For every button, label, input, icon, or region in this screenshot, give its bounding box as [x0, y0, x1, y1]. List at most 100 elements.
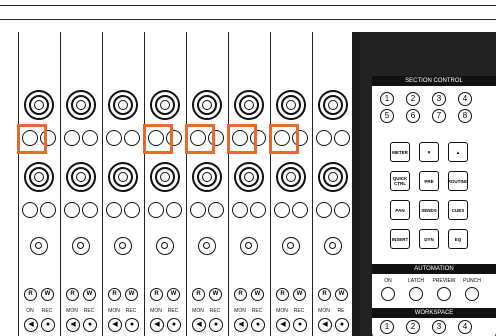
- section-button-[interactable]: ▲: [448, 142, 468, 162]
- section-button-cues[interactable]: CUES: [448, 200, 468, 220]
- select-pad-a[interactable]: [64, 130, 80, 146]
- write-button[interactable]: W: [125, 288, 138, 301]
- section-number-button[interactable]: 3: [432, 92, 446, 106]
- section-number-button[interactable]: 5: [380, 109, 394, 123]
- monitor-button[interactable]: ◀: [24, 318, 38, 332]
- section-number-button[interactable]: 1: [380, 92, 394, 106]
- pan-knob[interactable]: [150, 90, 180, 120]
- mute-pad-a[interactable]: [232, 202, 248, 218]
- record-button[interactable]: ●: [251, 318, 265, 332]
- write-button[interactable]: W: [41, 288, 54, 301]
- write-button[interactable]: W: [167, 288, 180, 301]
- section-button-sends[interactable]: SENDS: [419, 200, 439, 220]
- trim-knob[interactable]: [156, 237, 174, 255]
- pan-knob[interactable]: [108, 90, 138, 120]
- mute-pad-b[interactable]: [40, 202, 56, 218]
- record-button[interactable]: ●: [125, 318, 139, 332]
- pan-knob[interactable]: [234, 90, 264, 120]
- mute-pad-b[interactable]: [166, 202, 182, 218]
- monitor-button[interactable]: ◀: [234, 318, 248, 332]
- section-button-eq[interactable]: EQ: [448, 229, 468, 249]
- section-button-pan[interactable]: PAN: [390, 200, 410, 220]
- workspace-number-button[interactable]: 1: [380, 320, 394, 334]
- automation-mode-button[interactable]: [437, 287, 451, 301]
- gain-knob[interactable]: [276, 162, 306, 192]
- write-button[interactable]: W: [293, 288, 306, 301]
- section-button-routing[interactable]: ROUTING: [448, 171, 468, 191]
- read-button[interactable]: R: [150, 288, 163, 301]
- trim-knob[interactable]: [198, 237, 216, 255]
- monitor-button[interactable]: ◀: [66, 318, 80, 332]
- record-button[interactable]: ●: [209, 318, 223, 332]
- section-number-button[interactable]: 7: [432, 109, 446, 123]
- monitor-button[interactable]: ◀: [318, 318, 332, 332]
- gain-knob[interactable]: [108, 162, 138, 192]
- gain-knob[interactable]: [192, 162, 222, 192]
- read-button[interactable]: R: [66, 288, 79, 301]
- select-pad-a[interactable]: [316, 130, 332, 146]
- write-button[interactable]: W: [251, 288, 264, 301]
- trim-knob[interactable]: [72, 237, 90, 255]
- mute-pad-a[interactable]: [190, 202, 206, 218]
- section-button-meter[interactable]: METER: [390, 142, 410, 162]
- pan-knob[interactable]: [66, 90, 96, 120]
- record-button[interactable]: ●: [41, 318, 55, 332]
- workspace-number-button[interactable]: 4: [458, 320, 472, 334]
- gain-knob[interactable]: [318, 162, 348, 192]
- trim-knob[interactable]: [240, 237, 258, 255]
- mute-pad-b[interactable]: [124, 202, 140, 218]
- section-number-button[interactable]: 8: [458, 109, 472, 123]
- select-pad-b[interactable]: [82, 130, 98, 146]
- read-button[interactable]: R: [234, 288, 247, 301]
- mute-pad-b[interactable]: [82, 202, 98, 218]
- section-number-button[interactable]: 4: [458, 92, 472, 106]
- mute-pad-b[interactable]: [208, 202, 224, 218]
- gain-knob[interactable]: [66, 162, 96, 192]
- record-button[interactable]: ●: [335, 318, 349, 332]
- write-button[interactable]: W: [209, 288, 222, 301]
- trim-knob[interactable]: [324, 237, 342, 255]
- section-button-insert[interactable]: INSERT: [390, 229, 410, 249]
- monitor-button[interactable]: ◀: [192, 318, 206, 332]
- read-button[interactable]: R: [318, 288, 331, 301]
- mute-pad-a[interactable]: [148, 202, 164, 218]
- section-button-quickctrl[interactable]: QUICK CTRL: [390, 171, 410, 191]
- read-button[interactable]: R: [276, 288, 289, 301]
- read-button[interactable]: R: [192, 288, 205, 301]
- monitor-button[interactable]: ◀: [276, 318, 290, 332]
- pan-knob[interactable]: [24, 90, 54, 120]
- mute-pad-b[interactable]: [250, 202, 266, 218]
- section-button-[interactable]: ▼: [419, 142, 439, 162]
- record-button[interactable]: ●: [83, 318, 97, 332]
- write-button[interactable]: W: [335, 288, 348, 301]
- automation-mode-button[interactable]: [465, 287, 479, 301]
- read-button[interactable]: R: [108, 288, 121, 301]
- mute-pad-a[interactable]: [64, 202, 80, 218]
- workspace-number-button[interactable]: 3: [432, 320, 446, 334]
- pan-knob[interactable]: [276, 90, 306, 120]
- mute-pad-a[interactable]: [22, 202, 38, 218]
- section-button-dyn[interactable]: DYN: [419, 229, 439, 249]
- gain-knob[interactable]: [24, 162, 54, 192]
- workspace-number-button[interactable]: 2: [406, 320, 420, 334]
- record-button[interactable]: ●: [293, 318, 307, 332]
- monitor-button[interactable]: ◀: [108, 318, 122, 332]
- mute-pad-a[interactable]: [106, 202, 122, 218]
- trim-knob[interactable]: [30, 237, 48, 255]
- automation-mode-button[interactable]: [409, 287, 423, 301]
- record-button[interactable]: ●: [167, 318, 181, 332]
- select-pad-a[interactable]: [106, 130, 122, 146]
- select-pad-b[interactable]: [124, 130, 140, 146]
- trim-knob[interactable]: [282, 237, 300, 255]
- select-pad-b[interactable]: [334, 130, 350, 146]
- trim-knob[interactable]: [114, 237, 132, 255]
- section-number-button[interactable]: 6: [406, 109, 420, 123]
- mute-pad-b[interactable]: [334, 202, 350, 218]
- mute-pad-a[interactable]: [316, 202, 332, 218]
- monitor-button[interactable]: ◀: [150, 318, 164, 332]
- section-number-button[interactable]: 2: [406, 92, 420, 106]
- pan-knob[interactable]: [192, 90, 222, 120]
- mute-pad-b[interactable]: [292, 202, 308, 218]
- gain-knob[interactable]: [234, 162, 264, 192]
- write-button[interactable]: W: [83, 288, 96, 301]
